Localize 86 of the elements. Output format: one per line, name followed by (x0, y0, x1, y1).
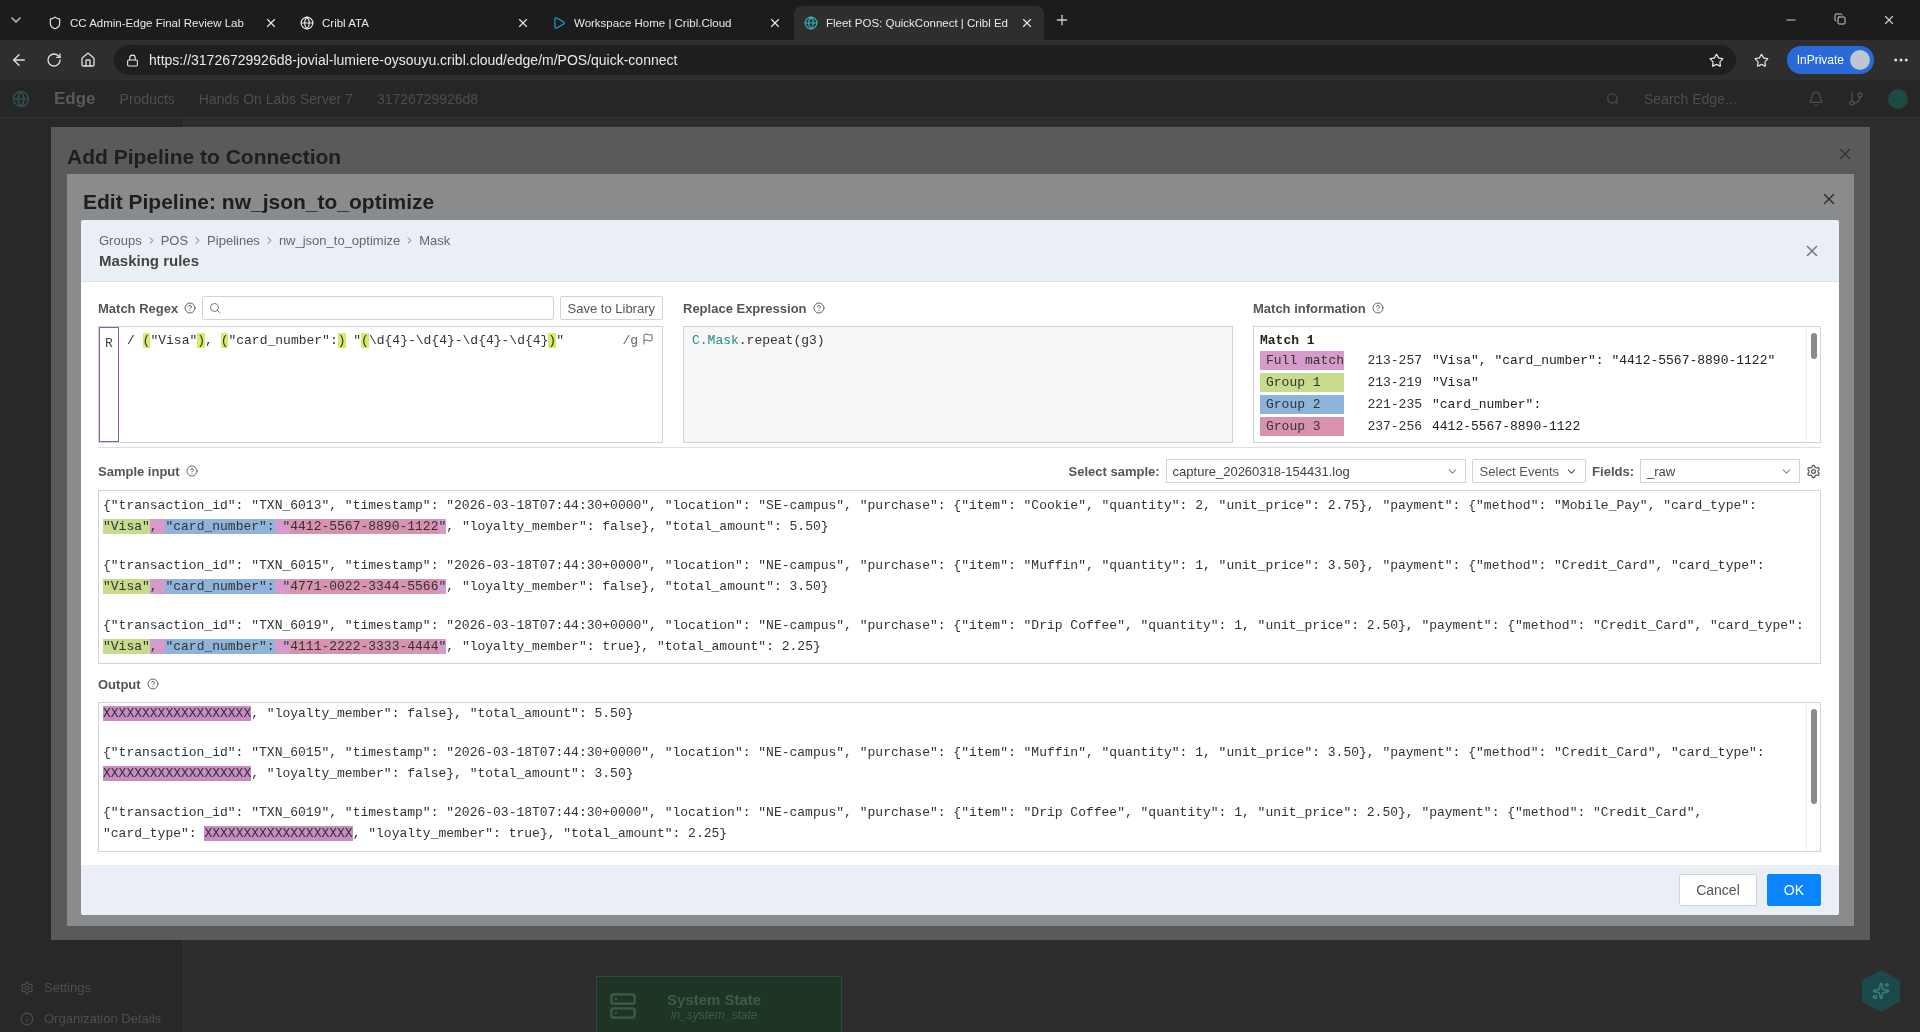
field-label: Match Regex (98, 300, 179, 316)
select-sample-label: Select sample: (1068, 463, 1160, 479)
globe-icon (804, 16, 818, 30)
match-range: 237-256 (1366, 418, 1422, 434)
sample-event-text: {"transaction_id": "TXN_6015", "timestamp": "2026-03-18T07:44:30+0000", "location": "NE-campus", "purchase": {"item": "Muffin", "quantity": 1, "unit_price": 3.50}, "payment": {"method": "Credit_Card", "card_type": "Visa", "card_number": "4771-0022-3344-5566", "loyalty_member": false}, "total_amount": 3.50} (103, 557, 1766, 596)
fields-dropdown[interactable]: _raw (1640, 459, 1800, 483)
favorite-icon[interactable] (1708, 52, 1724, 68)
group-label: Group 3 (1260, 416, 1344, 436)
select-events-button[interactable]: Select Events (1471, 459, 1587, 483)
fields-label: Fields: (1592, 463, 1634, 479)
output-event-text: {"transaction_id": "TXN_6019", "timestamp": "2026-03-18T07:44:30+0000", "location": "NE-campus", "purchase": {"item": "Drip Coffee", "quantity": 1, "unit_price": 2.50}, "payment": {"method": "Credit_Card", "card_type": XXXXXXXXXXXXXXXXXXX, "loyalty_member": true}, "total_amount": 2.25} (103, 804, 1704, 843)
search-icon (1606, 91, 1620, 106)
match-range: 213-257 (1366, 352, 1422, 368)
restore-icon[interactable] (1834, 13, 1846, 25)
breadcrumb-link[interactable]: Groups (99, 232, 142, 248)
avatar-icon (1888, 88, 1908, 109)
group-label: Group 2 (1260, 394, 1344, 414)
inprivate-badge[interactable]: InPrivate (1786, 46, 1874, 74)
section-label: Sample input (98, 463, 180, 479)
regex-mode-label: R (99, 327, 119, 442)
replace-editor[interactable]: C.Mask.repeat(g3) (683, 326, 1233, 443)
dialog-title: Masking rules (99, 251, 201, 269)
sample-dropdown[interactable]: capture_20260318-154431.log (1165, 459, 1466, 483)
sample-event-text: {"transaction_id": "TXN_6013", "timestamp": "2026-03-18T07:44:30+0000", "location": "SE-campus", "purchase": {"item": "Cookie", "quantity": 2, "unit_price": 2.75}, "payment": {"method": "Mobile_Pay", "card_type": "Visa", "card_number": "4412-5567-8890-1122", "loyalty_member": false}, "total_amount": 5.50} (103, 497, 1758, 536)
globe-icon (300, 16, 314, 30)
output-event-text: {"transaction_id": "TXN_6015", "timestamp": "2026-03-18T07:44:30+0000", "location": "NE-campus", "purchase": {"item": "Muffin", "quantity": 1, "unit_price": 3.50}, "payment": {"method": "Credit_Card", "card_type": XXXXXXXXXXXXXXXXXXX, "loyalty_member": false}, "total_amount": 3.50} (103, 744, 1766, 783)
section-label: Output (98, 676, 141, 692)
flag-icon[interactable] (642, 333, 654, 345)
breadcrumb-link[interactable]: Pipelines (207, 232, 260, 248)
close-icon[interactable] (264, 16, 278, 30)
browser-tab[interactable]: Cribl ATA (290, 6, 540, 40)
server-icon (609, 992, 637, 1020)
match-title: Match 1 (1260, 333, 1316, 348)
regex-text: / ("Visa"), ("card_number":) "(\d{4}-\d{4}-\d{4}-\d{4})" (126, 332, 565, 350)
cancel-button[interactable]: Cancel (1679, 874, 1757, 906)
match-range: 221-235 (1366, 396, 1422, 412)
help-icon (185, 465, 198, 477)
browser-tab[interactable]: CC Admin-Edge Final Review Lab (38, 6, 288, 40)
help-icon (184, 302, 197, 314)
regex-editor[interactable]: R / ("Visa"), ("card_number":) "(\d{4}-\d{4}-\d{4}-\d{4})" /g (98, 326, 663, 443)
close-icon[interactable] (1882, 13, 1896, 27)
save-to-library-button[interactable]: Save to Library (559, 296, 663, 320)
modal-title: Edit Pipeline: nw_json_to_optimize (83, 190, 435, 214)
help-icon (812, 302, 825, 314)
address-bar[interactable]: https://31726729926d8-jovial-lumiere-oysouyu.cribl.cloud/edge/m/POS/quick-connect (114, 45, 1736, 75)
play-icon (552, 16, 566, 30)
url-text: https://31726729926d8-jovial-lumiere-oysouyu.cribl.cloud/edge/m/POS/quick-connect (149, 52, 678, 68)
breadcrumb-link[interactable]: POS (160, 232, 189, 248)
ok-button[interactable]: OK (1766, 874, 1821, 906)
group-label: Group 1 (1260, 372, 1344, 392)
modal-title: Add Pipeline to Connection (67, 145, 342, 169)
close-icon[interactable] (768, 16, 782, 30)
sparkle-icon (1872, 982, 1890, 1000)
match-value: "Visa", "card_number": "4412-5567-8890-1122" (1432, 352, 1776, 368)
match-value: 4412-5567-8890-1122 (1432, 418, 1581, 434)
match-value: "Visa" (1432, 374, 1479, 390)
breadcrumb-link[interactable]: Mask (419, 232, 451, 248)
breadcrumb-link[interactable]: nw_json_to_optimize (278, 232, 401, 248)
field-label: Replace Expression (683, 300, 807, 316)
group-label: Full match (1260, 350, 1344, 370)
favorites-icon[interactable] (1753, 52, 1769, 68)
browser-tab[interactable]: Fleet POS: QuickConnect | Cribl Ed (794, 6, 1044, 40)
logo-icon (12, 89, 30, 108)
home-icon[interactable] (80, 52, 96, 68)
scrollbar[interactable] (1806, 703, 1820, 851)
browser-tab[interactable]: Workspace Home | Cribl.Cloud (542, 6, 792, 40)
sample-event-text: {"transaction_id": "TXN_6019", "timestamp": "2026-03-18T07:44:30+0000", "location": "NE-campus", "purchase": {"item": "Drip Coffee", "quantity": 1, "unit_price": 2.50}, "payment": {"method": "Credit_Card", "card_type": "Visa", "card_number": "4111-2222-3333-4444", "loyalty_member": true}, "total_amount": 2.25} (103, 617, 1805, 656)
match-range: 213-219 (1366, 374, 1422, 390)
match-value: "card_number": (1432, 396, 1542, 412)
help-icon (146, 678, 159, 690)
search-field[interactable] (202, 296, 554, 320)
output-event-text: XXXXXXXXXXXXXXXXXXX, "loyalty_member": false}, "total_amount": 5.50} (103, 705, 635, 723)
close-icon[interactable] (1020, 16, 1034, 30)
help-icon (1371, 302, 1384, 314)
shield-icon (48, 16, 62, 30)
scrollbar[interactable] (1806, 327, 1820, 442)
search-icon (209, 302, 222, 314)
regex-flags: /g (622, 333, 638, 348)
lock-icon (126, 53, 139, 67)
avatar-icon (1850, 50, 1870, 70)
new-tab-icon[interactable] (1054, 12, 1070, 28)
settings-icon[interactable] (1806, 463, 1821, 479)
field-label: Match information (1253, 300, 1366, 316)
back-icon[interactable] (10, 51, 28, 69)
close-icon[interactable] (516, 16, 530, 30)
reload-icon[interactable] (46, 52, 62, 68)
